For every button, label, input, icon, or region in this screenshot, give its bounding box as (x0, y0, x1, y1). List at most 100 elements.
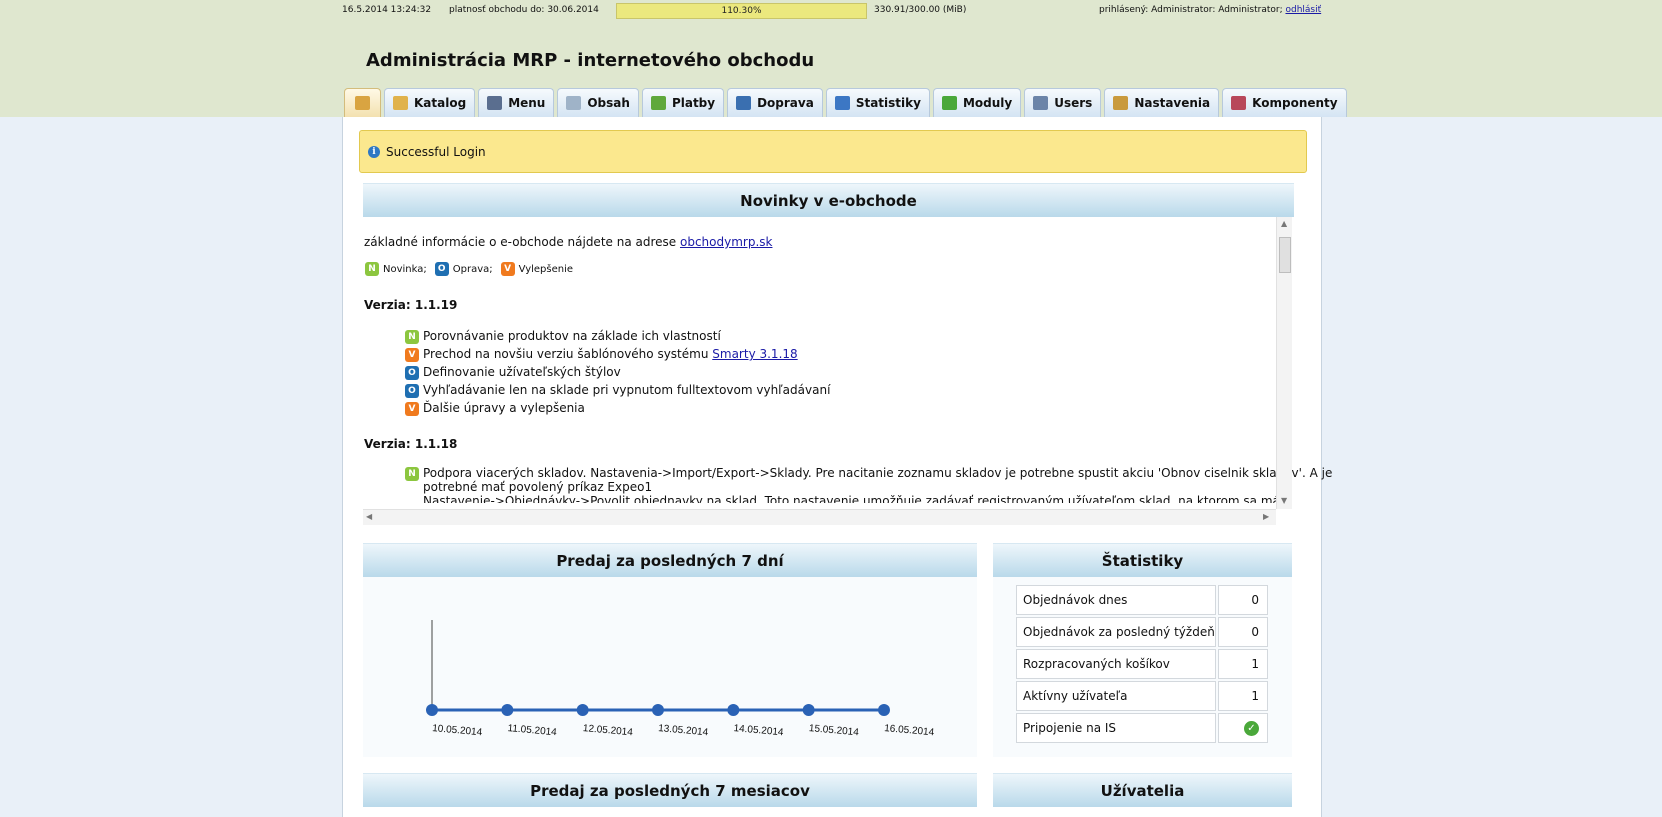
legend-badge-n: N (365, 262, 379, 276)
version-title: Verzia: 1.1.18 (364, 437, 458, 451)
news-item-link[interactable]: Smarty 3.1.18 (712, 347, 797, 361)
success-message-text: Successful Login (386, 144, 486, 159)
tab-statistiky[interactable]: Statistiky (825, 88, 930, 117)
tab-komponenty[interactable]: Komponenty (1222, 88, 1347, 117)
news-item: V Prechod na novšiu verziu šablónového sy… (405, 347, 798, 362)
tab-users[interactable]: Users (1024, 88, 1102, 117)
chart-point[interactable] (576, 704, 589, 716)
page-icon (566, 96, 582, 110)
legend-badge-o: O (434, 262, 449, 276)
chart-point[interactable] (501, 704, 514, 716)
list-icon (487, 96, 503, 110)
stats-row: Pripojenie na IS ✓ (1016, 713, 1269, 743)
money-icon (650, 96, 666, 110)
chart-x-tick-label: 15.05.2014 (808, 723, 859, 738)
news-item-text-main: Prechod na novšiu verziu šablónového sys… (423, 347, 709, 361)
sales-week-panel-title: Predaj za posledných 7 dní (363, 543, 977, 577)
users-panel-title: Užívatelia (993, 773, 1292, 807)
chart-point[interactable] (652, 704, 664, 716)
news-vertical-scrollbar[interactable]: ▲ ▼ (1276, 217, 1292, 509)
tab-label: Users (1054, 96, 1093, 110)
stats-row-label: Objednávok za posledný týždeň (1016, 617, 1216, 647)
news-horizontal-scrollbar[interactable]: ◀ ▶ (363, 509, 1276, 525)
quota-progress-bar: 110.30% (616, 3, 867, 19)
news-item-text: Vyhľadávanie len na sklade pri vypnutom … (423, 383, 830, 397)
datetime-label: 16.5.2014 13:24:32 (342, 5, 432, 15)
settings-folder-icon (1113, 96, 1129, 110)
tab-label: Doprava (757, 96, 814, 110)
stats-row-value-text: 1 (1251, 657, 1259, 671)
scroll-down-icon[interactable]: ▼ (1281, 496, 1287, 505)
chart-x-tick-label: 13.05.2014 (658, 723, 709, 738)
logged-in-text: prihlásený: Administrator: Administrator… (1099, 5, 1283, 15)
news-item-badge-v: V (405, 402, 419, 416)
tab-label: Menu (508, 96, 546, 110)
chart-x-tick-label: 10.05.2014 (432, 723, 483, 738)
stats-row: Rozpracovaných košíkov 1 (1016, 649, 1269, 679)
news-item-text-main: Porovnávanie produktov na základe ich vl… (423, 329, 721, 343)
stats-row-value: 0 (1218, 585, 1268, 615)
chart-x-tick-label: 16.05.2014 (884, 723, 935, 738)
chart-point[interactable] (426, 704, 438, 716)
news-item-text: Definovanie užívateľských štýlov (423, 365, 621, 379)
folder-icon (393, 96, 408, 110)
stats-row: Objednávok za posledný týždeň 0 (1016, 617, 1269, 647)
chart-point[interactable] (802, 704, 815, 716)
news-item-badge-v: V (405, 348, 419, 362)
legend-label: Novinka; (383, 263, 427, 275)
news-intro-link[interactable]: obchodymrp.sk (680, 235, 772, 249)
news-item: N Porovnávanie produktov na základe ich v… (405, 329, 721, 344)
news-item: V Ďalšie úpravy a vylepšenia (405, 401, 585, 416)
legend-badge-v: V (500, 262, 515, 276)
logged-in-label: prihlásený: Administrator: Administrator… (1099, 5, 1321, 15)
legend-label: Oprava; (452, 263, 493, 275)
news-item-badge-o: O (405, 384, 419, 398)
version-title: Verzia: 1.1.19 (364, 298, 458, 312)
tab-home[interactable] (344, 88, 381, 117)
chart-point[interactable] (727, 704, 740, 716)
legend-label: Vylepšenie (518, 263, 574, 275)
info-icon: i (368, 145, 380, 158)
stats-row-value: 1 (1218, 681, 1268, 711)
news-item-badge-n: N (405, 467, 419, 481)
news-item-text-main: Definovanie užívateľských štýlov (423, 365, 621, 379)
news-scroll-thumb[interactable] (1279, 237, 1291, 273)
tab-menu[interactable]: Menu (478, 88, 555, 117)
news-intro: základné informácie o e-obchode nájdete … (364, 235, 772, 249)
logout-link[interactable]: odhlásiť (1285, 5, 1321, 15)
tab-obsah[interactable]: Obsah (557, 88, 639, 117)
chart-x-tick-label: 14.05.2014 (733, 723, 784, 738)
chart-x-tick-label: 11.05.2014 (507, 723, 558, 738)
truck-icon (736, 96, 752, 110)
tab-label: Obsah (587, 96, 630, 110)
chart-point[interactable] (878, 704, 890, 716)
tab-katalog[interactable]: Katalog (384, 88, 476, 117)
tab-nastavenia[interactable]: Nastavenia (1104, 88, 1220, 117)
stats-row-label: Rozpracovaných košíkov (1016, 649, 1216, 679)
news-panel-title: Novinky v e-obchode (363, 183, 1294, 217)
news-item: N Podpora viacerých skladov. Nastavenia->… (405, 466, 1332, 503)
quota-percent-label: 110.30% (721, 6, 762, 16)
stats-row: Aktívny užívateľa 1 (1016, 681, 1269, 711)
scroll-right-icon[interactable]: ▶ (1263, 512, 1269, 521)
bar-chart-icon (834, 96, 850, 110)
news-item-text: Podpora viacerých skladov. Nastavenia->I… (423, 466, 1332, 503)
page-title: Administrácia MRP - internetového obchod… (366, 50, 815, 71)
success-message: i Successful Login (359, 130, 1307, 173)
tab-doprava[interactable]: Doprava (727, 88, 823, 117)
tab-platby[interactable]: Platby (641, 88, 725, 117)
news-item-badge-n: N (405, 330, 419, 344)
news-legend: N Novinka; O Oprava; V Vylepšenie (365, 262, 577, 276)
news-item-text-main: Podpora viacerých skladov. Nastavenia->I… (423, 466, 1333, 480)
news-item-text-main: Ďalšie úpravy a vylepšenia (423, 401, 585, 415)
tab-label: Moduly (962, 96, 1013, 110)
news-item-text-line2: potrebné mať povolený príkaz Expeo1 (423, 480, 653, 494)
news-intro-text: základné informácie o e-obchode nájdete … (364, 235, 677, 249)
stats-row-label: Objednávok dnes (1016, 585, 1216, 615)
scroll-up-icon[interactable]: ▲ (1281, 219, 1287, 228)
scroll-left-icon[interactable]: ◀ (366, 512, 372, 521)
sales-week-chart-area: 10.05.2014 11.05.2014 12.05.2014 13.05.2014… (363, 577, 977, 757)
news-item-badge-o: O (405, 366, 419, 380)
tab-moduly[interactable]: Moduly (932, 88, 1022, 117)
tab-label: Komponenty (1252, 96, 1338, 110)
